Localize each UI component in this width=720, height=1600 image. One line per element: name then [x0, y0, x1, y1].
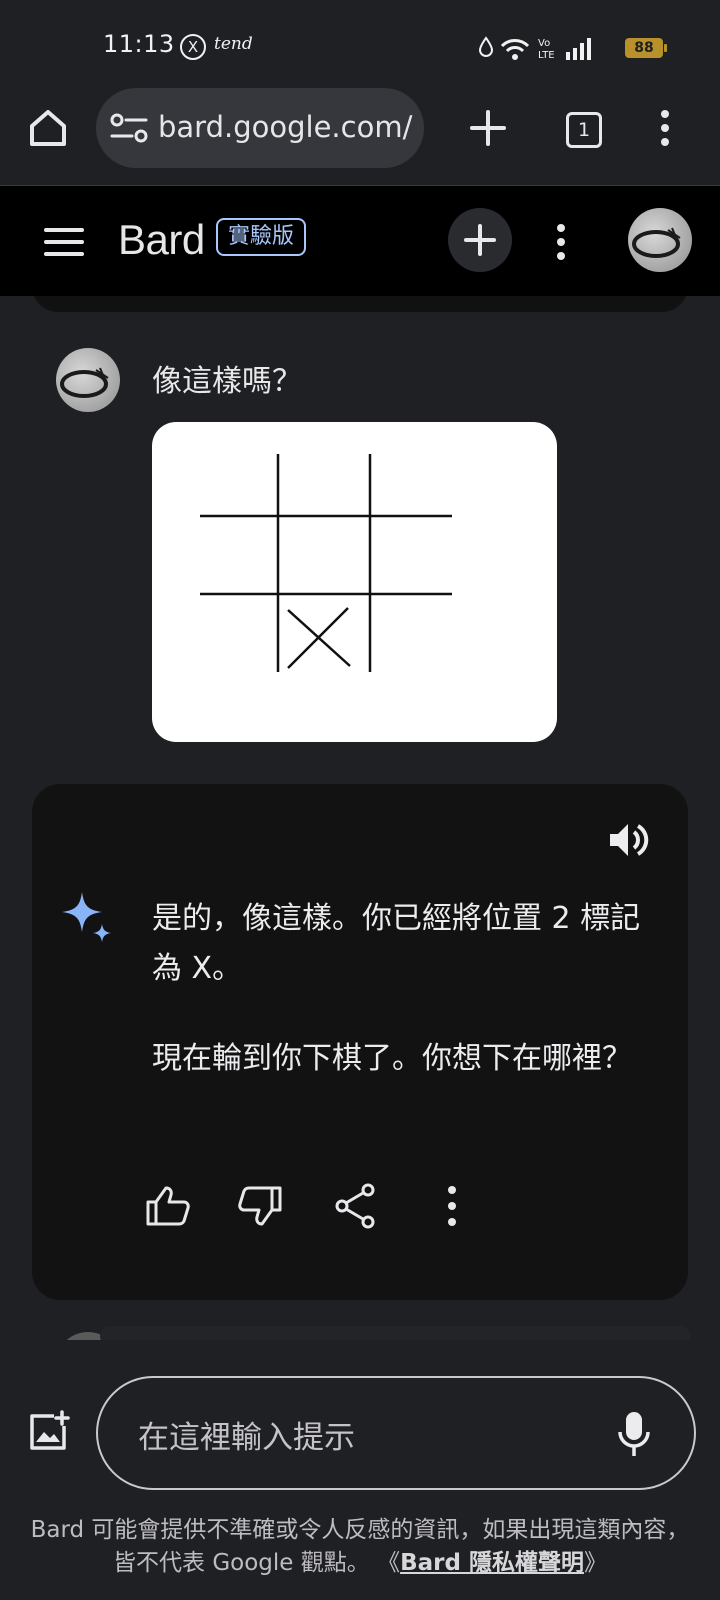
bard-sparkle-icon [62, 892, 111, 942]
user-avatar [56, 348, 120, 412]
tend-app-icon: tend [214, 34, 253, 54]
thumb-up-icon[interactable] [144, 1182, 192, 1230]
add-image-icon[interactable] [26, 1410, 70, 1454]
battery-icon: 88 [625, 38, 663, 58]
tab-switcher-button[interactable]: 1 [566, 112, 602, 148]
avatar-image [632, 227, 681, 258]
home-icon[interactable] [26, 106, 70, 150]
site-settings-icon[interactable] [110, 112, 148, 144]
svg-text:Vo: Vo [538, 38, 550, 49]
plus-icon [464, 224, 496, 256]
disclaimer-bracket-open: 《 [377, 1550, 401, 1576]
avatar-image [60, 367, 109, 398]
svg-text:LTE: LTE [538, 50, 555, 61]
composer: 在這裡輸入提示 Bard 可能會提供不準確或令人反感的資訊，如果出現這類內容，皆… [0, 1340, 720, 1600]
previous-response-card [32, 296, 688, 312]
battery-tip [664, 44, 667, 52]
chat-area[interactable]: 像這樣嗎？ 是的，像這樣。你已經將位置 2 標記為 X。 現在輪到你下棋了。你想… [0, 296, 720, 1340]
disclaimer-bracket-close: 》 [583, 1550, 607, 1576]
volte-icon: Vo LTE [538, 38, 555, 61]
next-message-card [100, 1326, 690, 1340]
prompt-placeholder: 在這裡輸入提示 [138, 1420, 355, 1456]
menu-icon[interactable] [42, 222, 86, 262]
new-tab-icon[interactable] [466, 106, 510, 150]
new-chat-button[interactable] [448, 208, 512, 272]
status-icons: Vo LTE [478, 36, 591, 61]
more-vert-icon[interactable] [428, 1182, 476, 1230]
browser-toolbar: bard.google.com/ 1 [0, 86, 720, 186]
speaker-icon[interactable] [606, 818, 650, 862]
status-bar: 11:13 X tend Vo LTE 88 [0, 0, 720, 86]
wifi-icon [500, 39, 530, 60]
app-header: Bard 實驗版 [0, 186, 720, 296]
more-vert-icon[interactable] [546, 220, 576, 264]
user-message: 像這樣嗎？ [152, 364, 302, 399]
experiment-badge: 實驗版 [216, 218, 307, 256]
response-paragraph: 是的，像這樣。你已經將位置 2 標記為 X。 [152, 901, 641, 986]
response-text: 是的，像這樣。你已經將位置 2 標記為 X。 現在輪到你下棋了。你想下在哪裡？ [152, 894, 662, 1084]
x-app-icon: X [180, 34, 206, 60]
thumb-down-icon[interactable] [236, 1182, 284, 1230]
tic-tac-toe-sketch [200, 454, 452, 672]
share-icon[interactable] [332, 1182, 380, 1230]
url-text: bard.google.com/ [158, 110, 413, 144]
status-time: 11:13 [103, 30, 175, 58]
x-mark [287, 607, 351, 669]
uploaded-image[interactable] [152, 422, 557, 742]
prompt-input[interactable]: 在這裡輸入提示 [96, 1376, 696, 1490]
water-drop-icon [478, 36, 494, 57]
privacy-link[interactable]: Bard 隱私權聲明 [400, 1550, 584, 1576]
browser-menu-icon[interactable] [650, 106, 680, 150]
bard-response-card: 是的，像這樣。你已經將位置 2 標記為 X。 現在輪到你下棋了。你想下在哪裡？ [32, 784, 688, 1300]
account-avatar[interactable] [628, 208, 692, 272]
app-title: Bard [118, 216, 205, 263]
disclaimer: Bard 可能會提供不準確或令人反感的資訊，如果出現這類內容，皆不代表 Goog… [30, 1514, 690, 1580]
signal-icon [566, 38, 591, 60]
response-paragraph: 現在輪到你下棋了。你想下在哪裡？ [152, 1041, 632, 1076]
mic-icon[interactable] [612, 1410, 656, 1458]
address-bar[interactable]: bard.google.com/ [96, 88, 424, 168]
